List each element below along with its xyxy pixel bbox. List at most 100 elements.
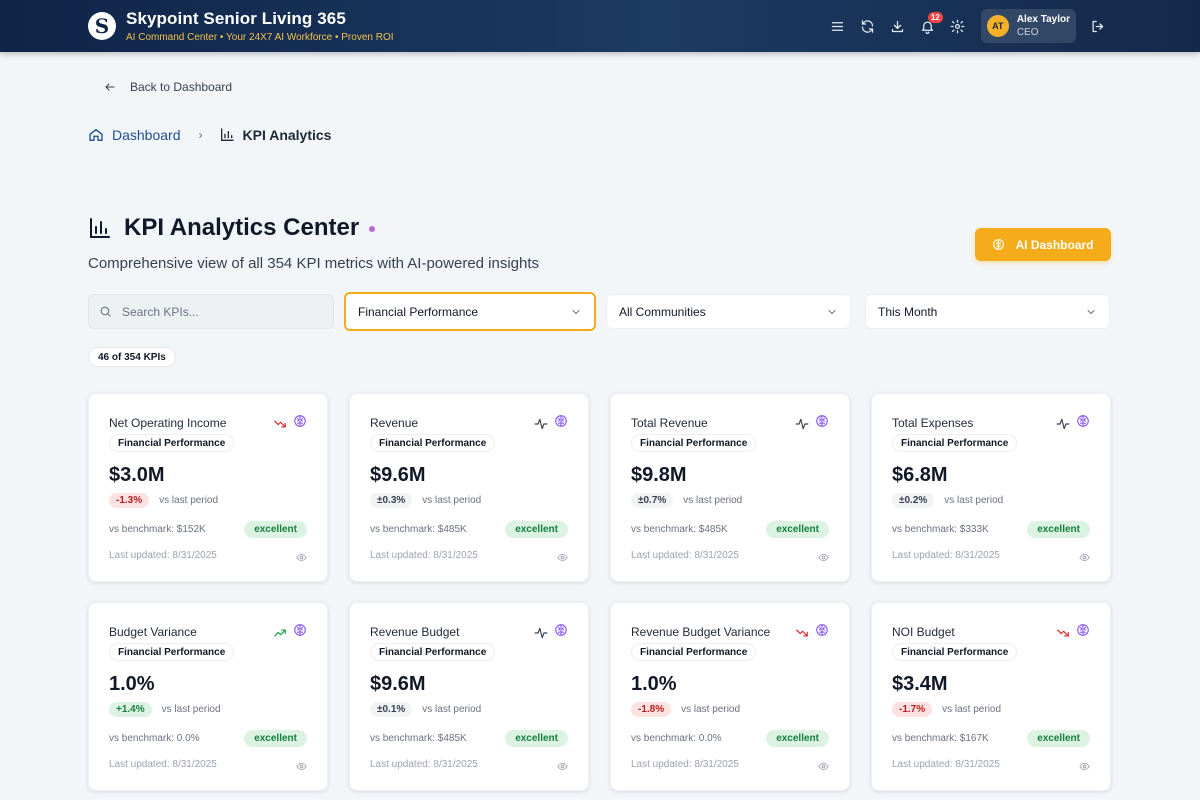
menu-button[interactable] (823, 11, 853, 41)
ai-dashboard-label: AI Dashboard (1015, 237, 1094, 252)
kpi-value: $6.8M (892, 464, 948, 486)
kpi-benchmark: vs benchmark: $485K (631, 524, 728, 535)
kpi-change-label: vs last period (683, 495, 743, 506)
kpi-card[interactable]: Budget Variance Financial Performance 1.0%… (88, 602, 328, 791)
brain-icon (1077, 624, 1089, 636)
status-badge: excellent (766, 521, 829, 538)
period-select[interactable]: This Month (865, 294, 1110, 329)
eye-icon (1079, 553, 1090, 562)
kpi-category-badge: Financial Performance (109, 434, 235, 452)
brain-icon (816, 624, 828, 636)
kpi-change-row: ±0.2% vs last period (892, 493, 1003, 508)
gear-icon (950, 19, 965, 33)
activity-icon (795, 418, 809, 429)
logout-icon (1092, 20, 1103, 32)
kpi-value: $9.8M (631, 464, 687, 486)
breadcrumb-current: KPI Analytics (219, 127, 332, 143)
download-button[interactable] (883, 11, 913, 41)
view-details-button[interactable] (296, 550, 307, 568)
kpi-card[interactable]: Total Expenses Financial Performance $6.8M… (871, 393, 1111, 582)
kpi-name: NOI Budget (892, 625, 955, 639)
kpi-card[interactable]: Revenue Budget Financial Performance $9.6M… (349, 602, 589, 791)
activity-icon (534, 418, 548, 429)
kpi-card[interactable]: Total Revenue Financial Performance $9.8M ±… (610, 393, 850, 582)
search-input[interactable] (122, 304, 322, 319)
period-select-value: This Month (878, 304, 938, 319)
search-box[interactable] (88, 294, 334, 329)
view-details-button[interactable] (818, 759, 829, 777)
kpi-change-row: ±0.1% vs last period (370, 702, 481, 717)
user-menu[interactable]: AT Alex Taylor CEO (980, 9, 1076, 43)
eye-icon (557, 553, 568, 562)
ai-insight-button[interactable] (554, 414, 568, 433)
view-details-button[interactable] (557, 550, 568, 568)
kpi-name: Revenue (370, 416, 419, 430)
kpi-value: $3.4M (892, 673, 948, 695)
kpi-change-label: vs last period (422, 495, 482, 506)
breadcrumb-dashboard[interactable]: Dashboard (88, 127, 181, 143)
kpi-card[interactable]: Revenue Financial Performance $9.6M ±0.3% vs… (349, 393, 589, 582)
settings-button[interactable] (943, 11, 973, 41)
page-subtitle: Comprehensive view of all 354 KPI metric… (88, 255, 540, 272)
back-to-dashboard-link[interactable]: Back to Dashboard (104, 80, 232, 94)
kpi-last-updated: Last updated: 8/31/2025 (109, 550, 217, 561)
kpi-last-updated: Last updated: 8/31/2025 (631, 759, 739, 770)
brain-icon (294, 415, 306, 427)
status-badge: excellent (505, 521, 568, 538)
breadcrumb-current-label: KPI Analytics (242, 127, 332, 143)
category-select[interactable]: Financial Performance (344, 292, 596, 331)
ai-insight-button[interactable] (815, 414, 829, 433)
kpi-card-icons (1056, 623, 1090, 642)
status-dot (369, 226, 376, 232)
logout-button[interactable] (1082, 11, 1112, 41)
ai-insight-button[interactable] (293, 623, 307, 642)
kpi-card[interactable]: NOI Budget Financial Performance $3.4M -1.7… (871, 602, 1111, 791)
kpi-change-badge: ±0.7% (631, 493, 674, 508)
view-details-button[interactable] (1079, 550, 1090, 568)
brain-icon (555, 624, 567, 636)
page-header: KPI Analytics Center (88, 214, 376, 242)
community-select[interactable]: All Communities (606, 294, 851, 329)
kpi-name: Revenue Budget (370, 625, 460, 639)
brand-logo[interactable]: S (88, 12, 116, 40)
page-title: KPI Analytics Center (124, 214, 360, 241)
ai-insight-button[interactable] (815, 623, 829, 642)
notification-badge: 12 (927, 12, 943, 23)
kpi-last-updated: Last updated: 8/31/2025 (892, 550, 1000, 561)
kpi-change-label: vs last period (161, 704, 221, 715)
top-bar: S Skypoint Senior Living 365 AI Command … (0, 0, 1200, 52)
kpi-name: Revenue Budget Variance (631, 625, 771, 639)
kpi-card-icons (273, 623, 307, 642)
view-details-button[interactable] (296, 759, 307, 777)
kpi-name: Total Revenue (631, 416, 708, 430)
kpi-card-icons (534, 414, 568, 433)
view-details-button[interactable] (557, 759, 568, 777)
status-badge: excellent (244, 730, 307, 747)
download-icon (892, 20, 904, 32)
ai-dashboard-button[interactable]: AI Dashboard (975, 228, 1111, 261)
kpi-change-label: vs last period (422, 704, 482, 715)
kpi-card[interactable]: Net Operating Income Financial Performanc… (88, 393, 328, 582)
ai-insight-button[interactable] (1076, 623, 1090, 642)
bar-chart-icon (220, 128, 234, 141)
kpi-card[interactable]: Revenue Budget Variance Financial Perform… (610, 602, 850, 791)
status-badge: excellent (766, 730, 829, 747)
refresh-button[interactable] (853, 11, 883, 41)
eye-icon (1079, 762, 1090, 771)
ai-insight-button[interactable] (293, 414, 307, 433)
notifications-button[interactable]: 12 (913, 11, 943, 41)
view-details-button[interactable] (818, 550, 829, 568)
view-details-button[interactable] (1079, 759, 1090, 777)
kpi-change-label: vs last period (681, 704, 741, 715)
kpi-category-badge: Financial Performance (109, 643, 235, 661)
ai-insight-button[interactable] (1076, 414, 1090, 433)
kpi-category-badge: Financial Performance (370, 434, 496, 452)
kpi-category-badge: Financial Performance (892, 434, 1018, 452)
app-title: Skypoint Senior Living 365 (126, 9, 346, 28)
kpi-change-label: vs last period (942, 704, 1002, 715)
kpi-change-row: ±0.7% vs last period (631, 493, 742, 508)
kpi-change-badge: -1.3% (109, 493, 150, 508)
ai-insight-button[interactable] (554, 623, 568, 642)
kpi-change-row: -1.7% vs last period (892, 702, 1001, 717)
kpi-name: Total Expenses (892, 416, 974, 430)
